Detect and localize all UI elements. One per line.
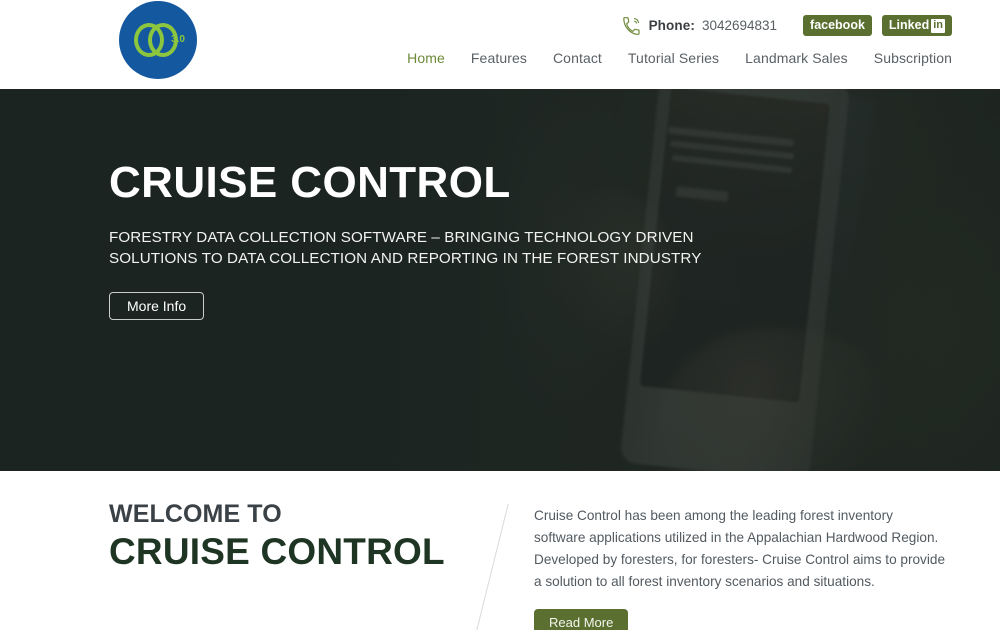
header-top-info: Phone: 3042694831 facebook Linked in — [622, 15, 952, 36]
nav-item-home[interactable]: Home — [407, 50, 445, 66]
cruise-control-logo-icon: 3.0 — [132, 19, 185, 61]
nav-item-tutorial-series[interactable]: Tutorial Series — [628, 50, 719, 66]
facebook-button[interactable]: facebook — [803, 15, 872, 36]
phone-label: Phone: — [648, 17, 695, 33]
nav-item-contact[interactable]: Contact — [553, 50, 602, 66]
hero-subtitle: FORESTRY DATA COLLECTION SOFTWARE – BRIN… — [109, 229, 702, 267]
logo-circle: 3.0 — [119, 1, 197, 79]
hero-banner: CRUISE CONTROL FORESTRY DATA COLLECTION … — [0, 89, 1000, 471]
hero-title: CRUISE CONTROL — [109, 158, 511, 207]
welcome-body: Cruise Control has been among the leadin… — [534, 505, 946, 630]
read-more-button[interactable]: Read More — [534, 609, 629, 630]
site-logo[interactable]: 3.0 — [112, 0, 204, 80]
hero-content: CRUISE CONTROL FORESTRY DATA COLLECTION … — [109, 161, 809, 320]
phone-block: Phone: 3042694831 — [622, 16, 777, 35]
nav-item-subscription[interactable]: Subscription — [874, 50, 952, 66]
linkedin-label: Linked — [888, 18, 930, 33]
nav-item-landmark-sales[interactable]: Landmark Sales — [745, 50, 848, 66]
phone-number[interactable]: 3042694831 — [702, 19, 777, 33]
logo-version-text: 3.0 — [171, 34, 185, 45]
linkedin-button[interactable]: Linked in — [881, 15, 952, 36]
facebook-label: facebook — [810, 18, 865, 33]
phone-ringing-icon — [622, 17, 640, 35]
welcome-section: WELCOME TO CRUISE CONTROL Cruise Control… — [0, 471, 1000, 630]
nav-item-features[interactable]: Features — [471, 50, 527, 66]
social-links: facebook Linked in — [803, 15, 952, 36]
welcome-kicker: WELCOME TO — [109, 500, 282, 528]
main-navigation: Home Features Contact Tutorial Series La… — [407, 50, 952, 66]
site-header: 3.0 Phone: 3042694831 facebook Linked in … — [0, 0, 1000, 89]
welcome-heading-group: WELCOME TO CRUISE CONTROL — [109, 500, 469, 572]
welcome-paragraph: Cruise Control has been among the leadin… — [534, 508, 945, 590]
more-info-button[interactable]: More Info — [109, 291, 205, 320]
welcome-title: CRUISE CONTROL — [109, 531, 445, 572]
linkedin-in-icon: in — [931, 18, 945, 33]
